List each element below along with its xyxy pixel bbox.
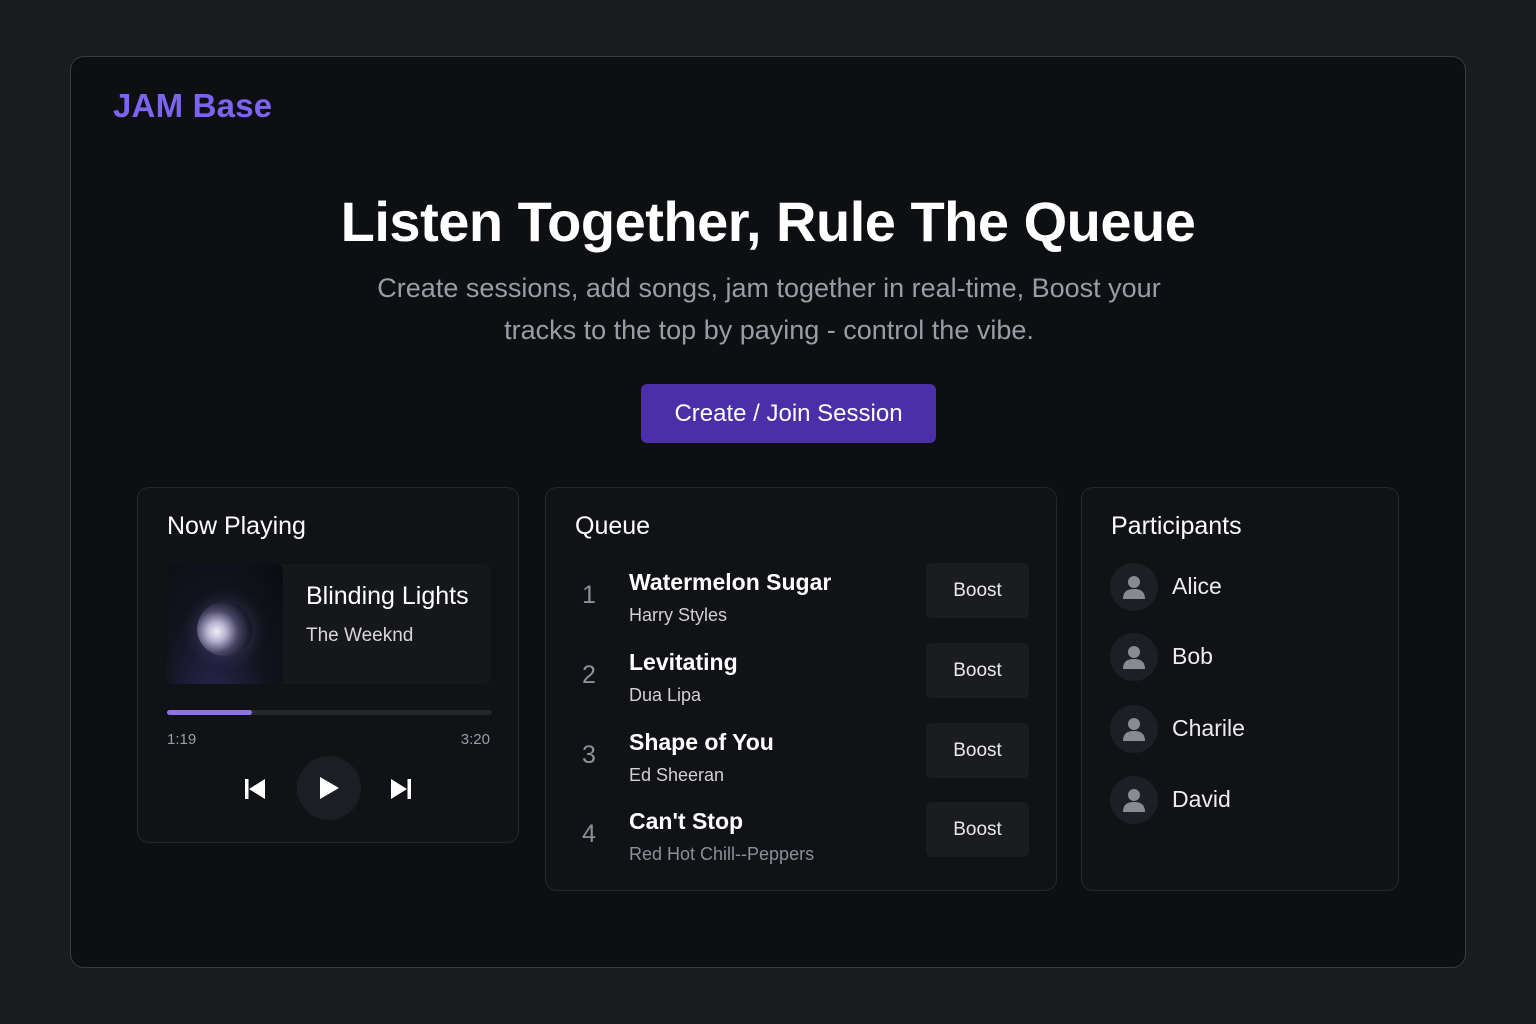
queue-position: 1 — [582, 581, 596, 609]
hero-subtitle: Create sessions, add songs, jam together… — [377, 273, 1161, 345]
participant-item[interactable]: Alice — [1110, 563, 1370, 611]
queue-song-artist: Ed Sheeran — [629, 765, 725, 785]
queue-item: 1 Watermelon Sugar Harry Styles Boost — [546, 563, 1056, 639]
participant-name: Charile — [1172, 715, 1245, 741]
queue-position: 4 — [582, 820, 596, 848]
queue-position: 2 — [582, 661, 596, 689]
queue-song-artist: Dua Lipa — [629, 685, 702, 705]
boost-button[interactable]: Boost — [926, 802, 1029, 857]
queue-song-artist: Harry Styles — [629, 605, 728, 625]
boost-button[interactable]: Boost — [926, 563, 1029, 618]
progress-bar[interactable] — [167, 710, 492, 715]
avatar — [1110, 633, 1158, 681]
boost-button[interactable]: Boost — [926, 723, 1029, 778]
previous-button[interactable] — [241, 775, 269, 803]
queue-item: 2 Levitating Dua Lipa Boost — [546, 643, 1056, 719]
now-playing-card: Now Playing Blinding Lights The Weeknd 1… — [137, 487, 519, 843]
user-icon — [1123, 718, 1145, 741]
participant-item[interactable]: David — [1110, 776, 1370, 824]
queue-song-title: Watermelon Sugar — [629, 569, 832, 595]
participant-name: David — [1172, 786, 1231, 812]
user-icon — [1123, 646, 1145, 669]
next-button[interactable] — [387, 775, 415, 803]
user-icon — [1123, 789, 1145, 812]
participants-card: Participants Alice Bob Charile David — [1081, 487, 1399, 891]
logo[interactable]: JAM Base — [113, 87, 272, 125]
boost-button[interactable]: Boost — [926, 643, 1029, 698]
participants-heading: Participants — [1111, 512, 1242, 540]
queue-item: 3 Shape of You Ed Sheeran Boost — [546, 723, 1056, 799]
participant-item[interactable]: Bob — [1110, 633, 1370, 681]
current-time: 1:19 — [167, 731, 197, 748]
progress-fill — [167, 710, 252, 715]
queue-song-title: Levitating — [629, 649, 738, 675]
participant-name: Bob — [1172, 643, 1213, 669]
play-icon — [320, 777, 339, 799]
play-button[interactable] — [297, 756, 361, 820]
avatar — [1110, 563, 1158, 611]
avatar — [1110, 776, 1158, 824]
track-title: Blinding Lights — [306, 582, 469, 610]
queue-song-title: Shape of You — [629, 729, 774, 755]
hero-title: Listen Together, Rule The Queue — [340, 190, 1196, 253]
create-join-session-button[interactable]: Create / Join Session — [641, 384, 936, 443]
current-track: Blinding Lights The Weeknd — [167, 564, 491, 684]
previous-icon — [245, 779, 265, 799]
now-playing-heading: Now Playing — [167, 512, 306, 540]
participant-name: Alice — [1172, 573, 1222, 599]
queue-item: 4 Can't Stop Red Hot Chill--Peppers Boos… — [546, 802, 1056, 878]
queue-song-artist: Red Hot Chill--Peppers — [629, 844, 815, 864]
queue-card: Queue 1 Watermelon Sugar Harry Styles Bo… — [545, 487, 1057, 891]
queue-position: 3 — [582, 741, 596, 769]
queue-song-title: Can't Stop — [629, 808, 744, 834]
next-icon — [391, 779, 411, 799]
total-time: 3:20 — [460, 731, 490, 748]
app-window: JAM Base Listen Together, Rule The Queue… — [70, 56, 1466, 968]
user-icon — [1123, 576, 1145, 599]
album-art — [167, 564, 283, 684]
participant-item[interactable]: Charile — [1110, 705, 1370, 753]
queue-heading: Queue — [575, 512, 651, 540]
track-artist: The Weeknd — [306, 625, 414, 646]
avatar — [1110, 705, 1158, 753]
